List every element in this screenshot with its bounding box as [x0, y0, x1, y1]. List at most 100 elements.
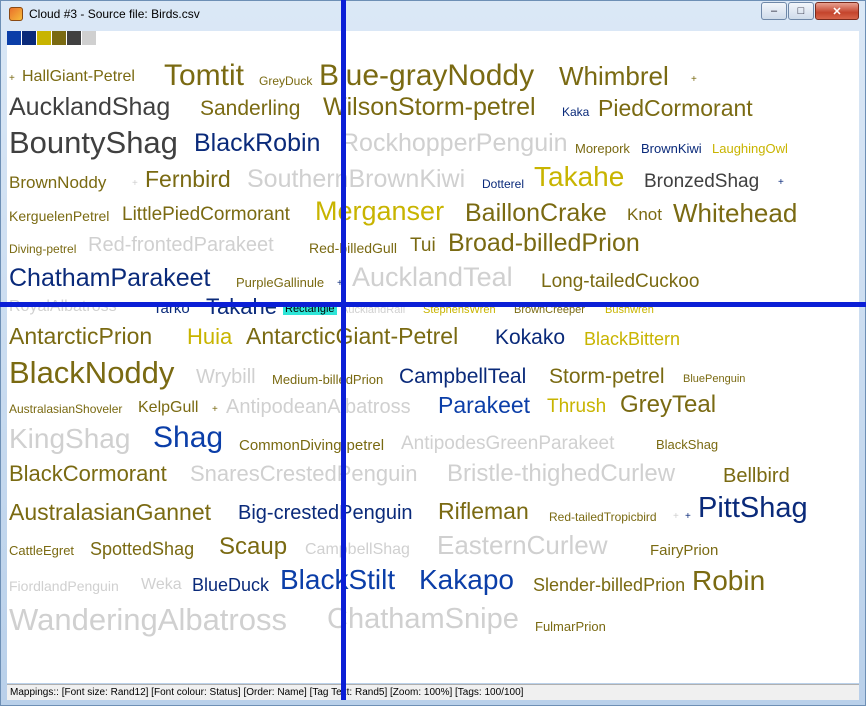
cloud-tag[interactable]: SouthernBrownKiwi — [247, 167, 465, 192]
cloud-tag[interactable]: Wrybill — [196, 367, 256, 387]
cloud-tag[interactable]: GreyTeal — [620, 393, 716, 417]
cloud-tag[interactable]: + — [685, 512, 691, 522]
cloud-tag[interactable]: + — [673, 512, 679, 522]
cloud-tag[interactable]: ChathamSnipe — [327, 605, 519, 634]
cloud-tag[interactable]: Fernbird — [145, 168, 231, 191]
cloud-tag[interactable]: AntipodeanAlbatross — [226, 397, 411, 417]
cloud-tag[interactable]: Sanderling — [200, 98, 300, 119]
cloud-tag[interactable]: Weka — [141, 577, 182, 593]
cloud-tag[interactable]: Broad-billedPrion — [448, 231, 640, 256]
cloud-tag[interactable]: BrownNoddy — [9, 174, 106, 191]
cloud-tag[interactable]: BrownKiwi — [641, 142, 702, 155]
cloud-tag[interactable]: Takahe — [206, 296, 277, 318]
cloud-tag[interactable]: Thrush — [547, 397, 606, 416]
palette-swatch[interactable] — [52, 31, 66, 45]
cloud-tag[interactable]: Bristle-thighedCurlew — [447, 462, 675, 486]
cloud-tag[interactable]: Storm-petrel — [549, 366, 665, 387]
cloud-tag[interactable]: BaillonCrake — [465, 201, 607, 226]
cloud-tag[interactable]: Shag — [153, 423, 223, 453]
cloud-tag[interactable]: BountyShag — [9, 127, 178, 158]
cloud-tag[interactable]: Robin — [692, 567, 765, 595]
cloud-tag[interactable]: CampbellShag — [305, 542, 410, 558]
tag-cloud-canvas[interactable]: + HallGiant-Petrel Tomtit GreyDuck Blue-gray… — [7, 45, 859, 683]
cloud-tag[interactable]: Kokako — [495, 327, 565, 348]
cloud-tag[interactable]: BluePenguin — [683, 374, 745, 385]
cloud-tag[interactable]: BronzedShag — [644, 172, 759, 191]
cloud-tag[interactable]: HallGiant-Petrel — [22, 69, 135, 85]
cloud-tag[interactable]: FulmarPrion — [535, 620, 606, 633]
cloud-tag[interactable]: PiedCormorant — [598, 97, 753, 120]
cloud-tag[interactable]: WanderingAlbatross — [9, 604, 287, 635]
palette-swatch[interactable] — [82, 31, 96, 45]
cloud-tag[interactable]: CampbellTeal — [399, 366, 526, 387]
cloud-tag[interactable]: Red-tailedTropicbird — [549, 511, 657, 523]
cloud-tag[interactable]: BlackNoddy — [9, 357, 174, 388]
cloud-tag[interactable]: CattleEgret — [9, 544, 74, 557]
palette-swatch[interactable] — [37, 31, 51, 45]
cloud-tag[interactable]: LaughingOwl — [712, 142, 788, 155]
cloud-tag[interactable]: CommonDiving-petrel — [239, 438, 384, 453]
cloud-tag[interactable]: AucklandShag — [9, 95, 170, 120]
cloud-tag[interactable]: BlackBittern — [584, 330, 680, 348]
cloud-tag[interactable]: FairyPrion — [650, 543, 718, 558]
cloud-tag[interactable]: Kakapo — [419, 566, 514, 594]
cloud-tag[interactable]: Huia — [187, 326, 232, 348]
cloud-tag[interactable]: KingShag — [9, 425, 130, 453]
cloud-tag[interactable]: GreyDuck — [259, 75, 312, 87]
cloud-tag[interactable]: ChathamParakeet — [9, 266, 211, 291]
cloud-tag[interactable]: Slender-billedPrion — [533, 576, 685, 594]
close-button[interactable]: ✕ — [815, 2, 859, 20]
cloud-tag[interactable]: + — [9, 74, 15, 84]
cloud-tag[interactable]: Knot — [627, 206, 662, 223]
minimize-button[interactable]: – — [761, 2, 787, 20]
cloud-tag[interactable]: PittShag — [698, 494, 808, 523]
cloud-tag[interactable]: KerguelenPetrel — [9, 209, 109, 223]
cloud-tag[interactable]: + — [212, 405, 218, 415]
cloud-tag[interactable]: Parakeet — [438, 394, 530, 417]
cloud-tag[interactable]: Diving-petrel — [9, 243, 76, 255]
palette-swatch[interactable] — [7, 31, 21, 45]
cloud-tag[interactable]: SpottedShag — [90, 540, 194, 558]
cloud-tag[interactable]: + — [132, 179, 138, 189]
cloud-tag[interactable]: AntipodesGreenParakeet — [401, 434, 614, 453]
cloud-tag[interactable]: Dotterel — [482, 178, 524, 190]
cloud-tag[interactable]: EasternCurlew — [437, 532, 608, 558]
cloud-tag[interactable]: SnaresCrestedPenguin — [190, 463, 417, 485]
cloud-tag[interactable]: PurpleGallinule — [236, 276, 324, 289]
horizontal-crosshair-line[interactable] — [0, 302, 866, 307]
cloud-tag[interactable]: AntarcticGiant-Petrel — [246, 325, 458, 348]
cloud-tag[interactable]: Rifleman — [438, 500, 529, 523]
cloud-tag[interactable]: FiordlandPenguin — [9, 579, 119, 593]
cloud-tag[interactable]: BlueDuck — [192, 576, 269, 594]
palette-swatch[interactable] — [67, 31, 81, 45]
cloud-tag[interactable]: Red-frontedParakeet — [88, 235, 274, 255]
cloud-tag[interactable]: RockhopperPenguin — [341, 131, 568, 156]
cloud-tag[interactable]: AntarcticPrion — [9, 325, 152, 348]
cloud-tag[interactable]: BlackCormorant — [9, 463, 167, 485]
cloud-tag[interactable]: BlackRobin — [194, 131, 320, 156]
maximize-button[interactable]: □ — [788, 2, 814, 20]
cloud-tag[interactable]: AucklandTeal — [352, 264, 513, 291]
cloud-tag[interactable]: LittlePiedCormorant — [122, 205, 290, 224]
cloud-tag[interactable]: Merganser — [315, 198, 444, 225]
cloud-tag[interactable]: + — [691, 75, 697, 85]
cloud-tag[interactable]: KelpGull — [138, 400, 198, 416]
cloud-tag[interactable]: Scaup — [219, 535, 287, 559]
cloud-tag[interactable]: Morepork — [575, 142, 630, 155]
cloud-tag[interactable]: Big-crestedPenguin — [238, 503, 413, 523]
cloud-tag[interactable]: Tui — [410, 236, 436, 255]
cloud-tag[interactable]: Kaka — [562, 106, 589, 118]
cloud-tag[interactable]: Takahe — [534, 163, 624, 191]
cloud-tag[interactable]: Blue-grayNoddy — [319, 61, 534, 91]
cloud-tag[interactable]: Medium-billedPrion — [272, 373, 383, 386]
cloud-tag[interactable]: Red-billedGull — [309, 241, 397, 255]
cloud-tag[interactable]: WilsonStorm-petrel — [323, 95, 536, 120]
cloud-tag[interactable]: Whimbrel — [559, 63, 669, 89]
cloud-tag[interactable]: + — [778, 178, 784, 188]
vertical-crosshair-line[interactable] — [341, 0, 346, 700]
cloud-tag[interactable]: AustralasianGannet — [9, 501, 211, 524]
cloud-tag[interactable]: Tomtit — [164, 61, 244, 91]
cloud-tag[interactable]: Whitehead — [673, 200, 797, 226]
cloud-tag[interactable]: BlackStilt — [280, 566, 395, 594]
palette-swatch[interactable] — [22, 31, 36, 45]
